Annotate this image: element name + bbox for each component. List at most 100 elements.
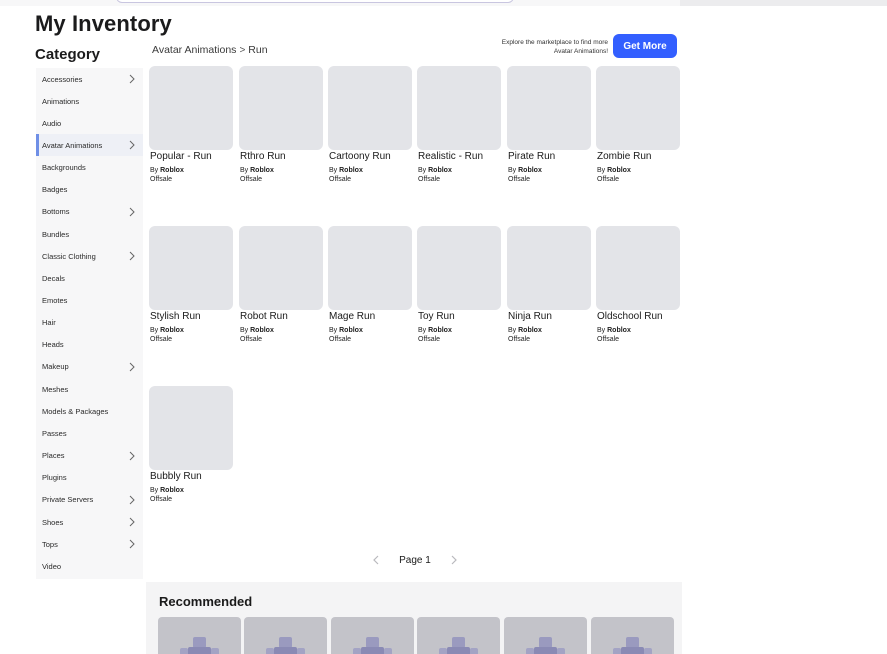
item-name[interactable]: Robot Run (240, 311, 288, 322)
item-name[interactable]: Cartoony Run (329, 151, 391, 162)
sidebar-item[interactable]: Heads (36, 334, 143, 356)
item-creator-name[interactable]: Roblox (428, 167, 452, 174)
item-creator-name[interactable]: Roblox (428, 327, 452, 334)
item-status: Offsale (597, 176, 620, 183)
item-creator-name[interactable]: Roblox (607, 327, 631, 334)
item-creator-name[interactable]: Roblox (518, 167, 542, 174)
sidebar-item[interactable]: Plugins (36, 467, 143, 489)
inventory-item[interactable]: Oldschool Run By Roblox Offsale (596, 226, 680, 376)
sidebar-item[interactable]: Video (36, 555, 143, 577)
item-creator-name[interactable]: Roblox (160, 487, 184, 494)
item-creator-name[interactable]: Roblox (607, 167, 631, 174)
item-name[interactable]: Stylish Run (150, 311, 201, 322)
item-name[interactable]: Toy Run (418, 311, 455, 322)
top-bar-right (680, 0, 887, 6)
item-name[interactable]: Popular - Run (150, 151, 212, 162)
recommended-card[interactable] (417, 617, 500, 654)
sidebar-item[interactable]: Backgrounds (36, 157, 143, 179)
breadcrumb: Avatar Animations > Run (152, 44, 268, 56)
sidebar-item[interactable]: Makeup (36, 356, 143, 378)
item-thumbnail[interactable] (239, 66, 323, 150)
item-name[interactable]: Ninja Run (508, 311, 552, 322)
sidebar-item-label: Shoes (42, 517, 64, 527)
item-thumbnail[interactable] (149, 226, 233, 310)
inventory-item[interactable]: Toy Run By Roblox Offsale (417, 226, 501, 376)
recommended-card[interactable] (244, 617, 327, 654)
item-creator-name[interactable]: Roblox (160, 327, 184, 334)
item-thumbnail[interactable] (596, 66, 680, 150)
sidebar-item[interactable]: Places (36, 445, 143, 467)
item-creator-name[interactable]: Roblox (160, 167, 184, 174)
recommended-card[interactable] (158, 617, 241, 654)
item-name[interactable]: Rthro Run (240, 151, 286, 162)
item-creator: By Roblox (329, 167, 363, 174)
inventory-item[interactable]: Popular - Run By Roblox Offsale (149, 66, 233, 216)
sidebar-item[interactable]: Hair (36, 312, 143, 334)
search-bar-edge[interactable] (116, 0, 514, 3)
item-name[interactable]: Mage Run (329, 311, 375, 322)
sidebar-item[interactable]: Avatar Animations (36, 134, 143, 157)
inventory-item[interactable]: Zombie Run By Roblox Offsale (596, 66, 680, 216)
sidebar-item[interactable]: Passes (36, 422, 143, 444)
item-thumbnail[interactable] (417, 66, 501, 150)
sidebar-item[interactable]: Private Servers (36, 489, 143, 511)
item-creator-name[interactable]: Roblox (250, 327, 274, 334)
inventory-item[interactable]: Bubbly Run By Roblox Offsale (149, 386, 233, 536)
item-thumbnail[interactable] (417, 226, 501, 310)
item-status: Offsale (150, 496, 173, 503)
sidebar-item[interactable]: Tops (36, 533, 143, 555)
recommended-card[interactable] (504, 617, 587, 654)
inventory-item[interactable]: Robot Run By Roblox Offsale (239, 226, 323, 376)
sidebar-item[interactable]: Classic Clothing (36, 245, 143, 267)
item-creator-name[interactable]: Roblox (339, 327, 363, 334)
inventory-item[interactable]: Stylish Run By Roblox Offsale (149, 226, 233, 376)
sidebar-item-label: Hair (42, 318, 56, 328)
inventory-item[interactable]: Rthro Run By Roblox Offsale (239, 66, 323, 216)
item-name[interactable]: Zombie Run (597, 151, 651, 162)
recommended-card[interactable] (331, 617, 414, 654)
sidebar-item[interactable]: Badges (36, 179, 143, 201)
get-more-button[interactable]: Get More (613, 34, 677, 58)
sidebar-item[interactable]: Emotes (36, 290, 143, 312)
chevron-right-icon[interactable] (448, 553, 460, 567)
item-thumbnail[interactable] (507, 66, 591, 150)
sidebar-item-label: Meshes (42, 384, 69, 394)
item-thumbnail[interactable] (507, 226, 591, 310)
sidebar-item[interactable]: Animations (36, 90, 143, 112)
sidebar-item-label: Accessories (42, 74, 83, 84)
sidebar-item[interactable]: Bottoms (36, 201, 143, 223)
item-creator-name[interactable]: Roblox (518, 327, 542, 334)
chevron-left-icon[interactable] (370, 553, 382, 567)
item-name[interactable]: Oldschool Run (597, 311, 663, 322)
item-thumbnail[interactable] (328, 226, 412, 310)
item-thumbnail[interactable] (596, 226, 680, 310)
item-thumbnail[interactable] (328, 66, 412, 150)
item-thumbnail[interactable] (239, 226, 323, 310)
sidebar-item[interactable]: Shoes (36, 511, 143, 533)
item-creator-name[interactable]: Roblox (339, 167, 363, 174)
item-name[interactable]: Pirate Run (508, 151, 555, 162)
inventory-item[interactable]: Pirate Run By Roblox Offsale (507, 66, 591, 216)
recommended-card[interactable] (591, 617, 674, 654)
sidebar-item[interactable]: Models & Packages (36, 400, 143, 422)
item-status: Offsale (418, 336, 441, 343)
inventory-item[interactable]: Realistic - Run By Roblox Offsale (417, 66, 501, 216)
item-name[interactable]: Realistic - Run (418, 151, 483, 162)
sidebar-item[interactable]: Bundles (36, 223, 143, 245)
item-creator-name[interactable]: Roblox (250, 167, 274, 174)
sidebar-item[interactable]: Audio (36, 112, 143, 134)
sidebar-item[interactable]: Accessories (36, 68, 143, 90)
item-creator-prefix: By (508, 167, 517, 174)
inventory-item[interactable]: Cartoony Run By Roblox Offsale (328, 66, 412, 216)
breadcrumb-parent[interactable]: Avatar Animations (152, 44, 236, 56)
item-thumbnail[interactable] (149, 66, 233, 150)
sidebar-item[interactable]: Meshes (36, 378, 143, 400)
item-name[interactable]: Bubbly Run (150, 471, 202, 482)
item-creator: By Roblox (240, 167, 274, 174)
chevron-right-icon (127, 516, 137, 528)
inventory-item[interactable]: Mage Run By Roblox Offsale (328, 226, 412, 376)
sidebar-item[interactable]: Decals (36, 267, 143, 289)
inventory-item[interactable]: Ninja Run By Roblox Offsale (507, 226, 591, 376)
item-thumbnail[interactable] (149, 386, 233, 470)
chevron-right-icon (127, 361, 137, 373)
